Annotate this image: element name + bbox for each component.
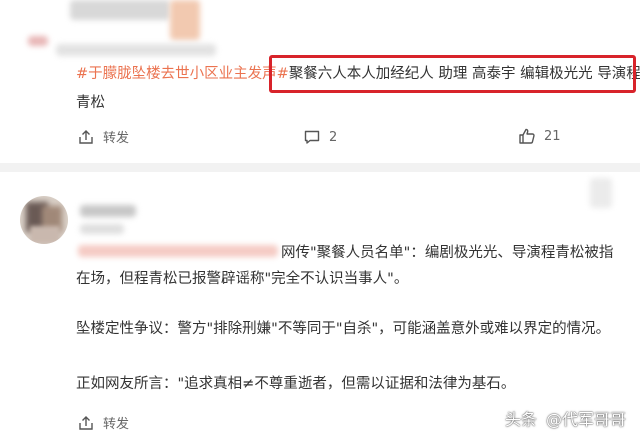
comment-button[interactable]: 2: [303, 128, 337, 146]
comment-count: 2: [329, 129, 338, 145]
share-label: 转发: [103, 131, 130, 146]
share-icon: [79, 129, 93, 144]
blurred-avatar-fragment: [170, 0, 200, 40]
like-count: 21: [544, 128, 561, 144]
blurred-top-right-control: [590, 178, 612, 208]
blurred-username: [70, 0, 170, 20]
post-text-line-1: #于朦胧坠楼去世小区业主发声#聚餐六人本人加经纪人 助理 高泰宇 编辑极光光 导…: [76, 63, 640, 85]
watermark-platform: 头条: [504, 410, 537, 429]
blurred-meta: [80, 224, 124, 234]
like-button[interactable]: 21: [518, 127, 561, 145]
thumbs-up-icon: [519, 128, 535, 144]
avatar[interactable]: [20, 196, 68, 244]
blurred-username: [80, 205, 136, 217]
blurred-meta: [56, 44, 216, 56]
blurred-meta: [28, 36, 48, 46]
post-card-2: [0, 172, 640, 441]
share-button[interactable]: 转发: [77, 127, 129, 146]
comment-icon: [304, 130, 320, 144]
topic-hashtag[interactable]: #于朦胧坠楼去世小区业主发声#: [76, 66, 289, 82]
post-paragraph-1: 网传"聚餐人员名单"：编剧极光光、导演程青松被指在场，但程青松已报警辟谣称"完全…: [76, 245, 614, 287]
post-paragraph-2: 坠楼定性争议：警方"排除刑嫌"不等同于"自杀"，可能涵盖意外或难以界定的情况。: [76, 321, 611, 337]
share-icon: [79, 415, 93, 430]
post-card-1: #于朦胧坠楼去世小区业主发声#聚餐六人本人加经纪人 助理 高泰宇 编辑极光光 导…: [0, 0, 640, 163]
post-text-line-2: 青松: [76, 95, 105, 111]
share-button[interactable]: 转发: [77, 413, 129, 432]
watermark: 头条 @代军哥哥: [505, 406, 626, 430]
share-label: 转发: [103, 417, 130, 432]
watermark-handle: @代军哥哥: [545, 410, 626, 429]
post-body-text: 聚餐六人本人加经纪人 助理 高泰宇 编辑极光光 导演程: [288, 66, 640, 82]
post-paragraph-3: 正如网友所言："追求真相≠不尊重逝者，但需以证据和法律为基石。: [76, 376, 516, 392]
